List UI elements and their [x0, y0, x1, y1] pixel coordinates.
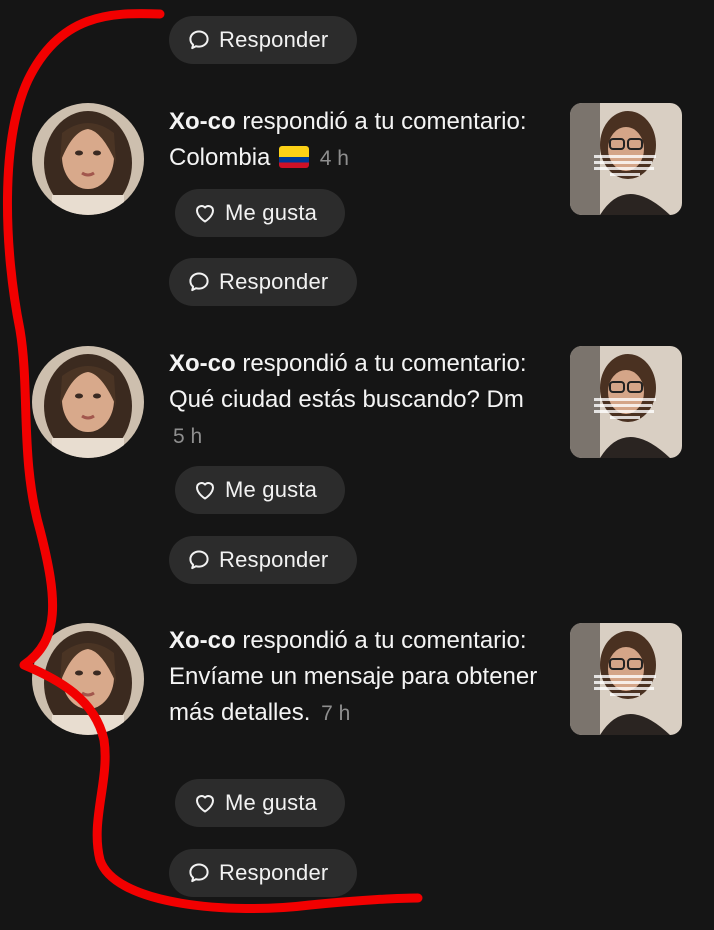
like-label: Me gusta	[225, 790, 318, 815]
comment-text: Qué ciudad estás buscando? Dm	[169, 386, 524, 413]
reply-label: Responder	[219, 860, 329, 885]
username[interactable]: Xo-co	[169, 108, 236, 135]
notification-text: Xo-co respondió a tu comentario: Envíame…	[169, 623, 539, 732]
comment-text: Colombia	[169, 144, 271, 171]
reply-label: Responder	[219, 547, 329, 572]
timestamp: 5 h	[173, 425, 203, 448]
reply-button[interactable]: Responder	[169, 849, 357, 897]
video-thumbnail[interactable]	[570, 623, 682, 735]
like-button[interactable]: Me gusta	[175, 189, 345, 237]
heart-icon	[193, 478, 217, 502]
avatar[interactable]	[32, 103, 144, 215]
heart-icon	[193, 201, 217, 225]
reply-button[interactable]: Responder	[169, 16, 357, 64]
reply-button[interactable]: Responder	[169, 258, 357, 306]
notification-text: Xo-co respondió a tu comentario: Colombi…	[169, 104, 539, 177]
like-label: Me gusta	[225, 477, 318, 502]
video-thumbnail[interactable]	[570, 346, 682, 458]
heart-icon	[193, 791, 217, 815]
comment-icon	[187, 270, 211, 294]
action-text: respondió a tu comentario:	[242, 350, 527, 377]
like-label: Me gusta	[225, 200, 318, 225]
reply-label: Responder	[219, 269, 329, 294]
comment-icon	[187, 861, 211, 885]
video-thumbnail[interactable]	[570, 103, 682, 215]
username[interactable]: Xo-co	[169, 350, 236, 377]
reply-button[interactable]: Responder	[169, 536, 357, 584]
avatar[interactable]	[32, 623, 144, 735]
username[interactable]: Xo-co	[169, 627, 236, 654]
action-text: respondió a tu comentario:	[242, 627, 527, 654]
avatar[interactable]	[32, 346, 144, 458]
comment-icon	[187, 548, 211, 572]
timestamp: 7 h	[321, 702, 351, 725]
notification-text: Xo-co respondió a tu comentario: Qué ciu…	[169, 346, 539, 455]
reply-label: Responder	[219, 27, 329, 52]
comment-icon	[187, 28, 211, 52]
comment-text: Envíame un mensaje para obtener más deta…	[169, 663, 538, 726]
like-button[interactable]: Me gusta	[175, 779, 345, 827]
timestamp: 4 h	[319, 147, 349, 170]
like-button[interactable]: Me gusta	[175, 466, 345, 514]
action-text: respondió a tu comentario:	[242, 108, 527, 135]
colombia-flag-icon	[279, 146, 310, 168]
